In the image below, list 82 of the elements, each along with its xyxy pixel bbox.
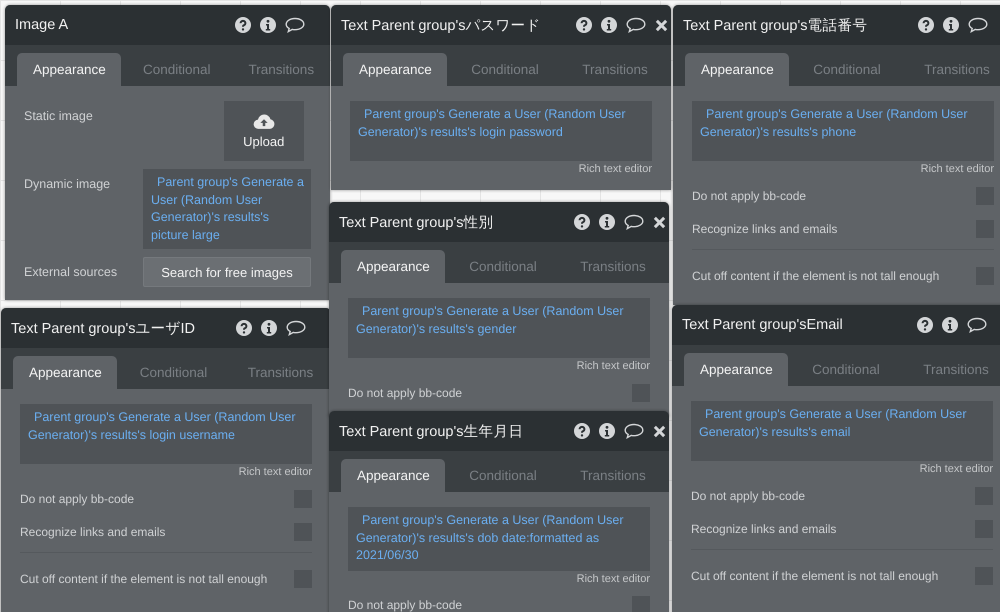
expression-field[interactable]: Parent group's Generate a User (Random User Generator)'s results's dob date:formatted as 2021/06/30 bbox=[348, 507, 650, 570]
option-label: Cut off content if the element is not tall enough bbox=[692, 269, 940, 283]
panel-title: Text Parent group'sユーザID bbox=[11, 320, 195, 338]
panel-tab[interactable]: Conditional bbox=[453, 53, 557, 86]
panel-tab[interactable]: Appearance bbox=[341, 250, 445, 283]
expression-field[interactable]: Parent group's Generate a User (Random User Generator)'s results's gender bbox=[348, 298, 650, 358]
help-icon[interactable] bbox=[917, 317, 933, 333]
panel-tab[interactable]: Appearance bbox=[685, 53, 789, 86]
close-icon[interactable] bbox=[653, 424, 666, 438]
option-label: Do not apply bb-code bbox=[348, 598, 462, 612]
expression-field[interactable]: Parent group's Generate a User (Random User Generator)'s results's login password bbox=[350, 101, 652, 161]
comment-icon[interactable] bbox=[286, 320, 306, 336]
help-icon[interactable] bbox=[574, 423, 590, 439]
close-icon[interactable] bbox=[655, 18, 668, 32]
upload-button[interactable]: Upload bbox=[224, 101, 304, 161]
panel-tab[interactable]: Conditional bbox=[795, 53, 899, 86]
panel-tab[interactable]: Appearance bbox=[341, 459, 445, 492]
cloud-upload-icon bbox=[252, 113, 275, 130]
rich-text-editor-link[interactable]: Rich text editor bbox=[238, 466, 312, 478]
help-icon[interactable] bbox=[574, 214, 590, 230]
panel-title: Text Parent group'sEmail bbox=[682, 317, 843, 333]
panel-tab[interactable]: Conditional bbox=[451, 250, 555, 283]
panel-tab[interactable]: Transitions bbox=[905, 53, 1000, 86]
field-label: Dynamic image bbox=[24, 176, 110, 191]
info-icon[interactable] bbox=[943, 17, 959, 33]
comment-icon[interactable] bbox=[967, 317, 987, 333]
field-label: Static image bbox=[24, 108, 93, 123]
search-images-button[interactable]: Search for free images bbox=[143, 257, 311, 287]
option-label: Do not apply bb-code bbox=[691, 488, 806, 502]
panel-tab[interactable]: Conditional bbox=[123, 356, 224, 389]
close-icon[interactable] bbox=[653, 216, 666, 228]
panel-tab[interactable]: Appearance bbox=[17, 53, 121, 86]
panel-title: Text Parent group's電話番号 bbox=[683, 16, 868, 34]
info-icon[interactable] bbox=[942, 317, 958, 333]
option-label: Recognize links and emails bbox=[691, 522, 836, 536]
panel-tab[interactable]: Conditional bbox=[794, 353, 898, 386]
panel-tab[interactable]: Transitions bbox=[563, 53, 667, 86]
expression-field[interactable]: Parent group's Generate a User (Random User Generator)'s results's email bbox=[691, 401, 993, 461]
panel-tab[interactable]: Transitions bbox=[561, 250, 665, 283]
panel-tab[interactable]: Appearance bbox=[343, 53, 447, 86]
option-label: Do not apply bb-code bbox=[20, 492, 134, 506]
help-icon[interactable] bbox=[918, 17, 934, 33]
panel-tab[interactable]: Transitions bbox=[232, 53, 330, 86]
panel-tab[interactable]: Appearance bbox=[13, 356, 117, 389]
panel-title: Image A bbox=[15, 17, 68, 33]
expression-field[interactable]: Parent group's Generate a User (Random User Generator)'s results's login username bbox=[20, 404, 312, 464]
info-icon[interactable] bbox=[599, 423, 615, 439]
help-icon[interactable] bbox=[576, 17, 592, 33]
help-icon[interactable] bbox=[236, 320, 252, 336]
info-icon[interactable] bbox=[599, 214, 615, 230]
info-icon[interactable] bbox=[261, 320, 277, 336]
panel-title: Text Parent group's性別 bbox=[339, 214, 494, 232]
info-icon[interactable] bbox=[601, 17, 617, 33]
option-label: Recognize links and emails bbox=[20, 524, 166, 538]
panel-tab[interactable]: Conditional bbox=[127, 53, 227, 86]
help-icon[interactable] bbox=[235, 17, 251, 33]
panel-tab[interactable]: Appearance bbox=[684, 353, 788, 386]
panel-title: Text Parent group'sパスワード bbox=[341, 16, 540, 34]
comment-icon[interactable] bbox=[285, 17, 305, 33]
panel-tab[interactable]: Conditional bbox=[451, 459, 555, 492]
panel-tab[interactable]: Transitions bbox=[230, 356, 331, 389]
rich-text-editor-link[interactable]: Rich text editor bbox=[920, 463, 993, 475]
comment-icon[interactable] bbox=[968, 17, 988, 33]
panel-title: Text Parent group's生年月日 bbox=[339, 422, 524, 440]
info-icon[interactable] bbox=[260, 17, 276, 33]
comment-icon[interactable] bbox=[624, 214, 644, 230]
expression-field[interactable]: Parent group's Generate a User (Random User Generator)'s results's phone bbox=[692, 101, 994, 161]
rich-text-editor-link[interactable]: Rich text editor bbox=[578, 163, 652, 175]
comment-icon[interactable] bbox=[626, 17, 646, 33]
option-label: Cut off content if the element is not tall enough bbox=[20, 572, 268, 586]
panel-tab[interactable]: Transitions bbox=[561, 459, 665, 492]
option-label: Do not apply bb-code bbox=[348, 386, 462, 400]
rich-text-editor-link[interactable]: Rich text editor bbox=[576, 360, 650, 372]
option-label: Recognize links and emails bbox=[692, 222, 838, 236]
rich-text-editor-link[interactable]: Rich text editor bbox=[576, 572, 650, 584]
rich-text-editor-link[interactable]: Rich text editor bbox=[920, 163, 994, 175]
expression-field[interactable]: Parent group's Generate a User (Random User Generator)'s results's picture large bbox=[143, 169, 311, 249]
field-label: External sources bbox=[24, 264, 118, 279]
panel-tab[interactable]: Transitions bbox=[904, 353, 1000, 386]
option-label: Cut off content if the element is not tall enough bbox=[691, 569, 938, 583]
comment-icon[interactable] bbox=[624, 423, 644, 439]
option-label: Do not apply bb-code bbox=[692, 188, 806, 202]
